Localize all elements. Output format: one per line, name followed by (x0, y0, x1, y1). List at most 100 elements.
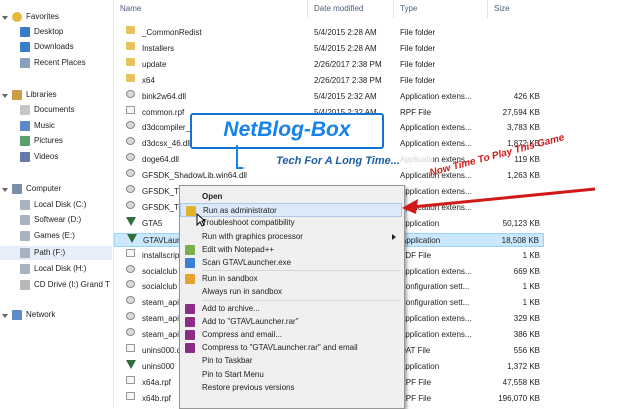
table-row[interactable]: bink2w64.dll 5/4/2015 2:32 AM Application … (114, 89, 544, 104)
desktop-icon (20, 27, 30, 37)
nav-item-label: Documents (34, 105, 75, 114)
menu-item-label: Pin to Taskbar (202, 356, 253, 366)
file-icon (126, 248, 135, 257)
cell-type: Application extens... (400, 91, 472, 101)
column-header-size[interactable]: Size (488, 0, 558, 18)
nav-item-label: Games (E:) (34, 231, 75, 240)
dll-file-icon (126, 137, 135, 146)
column-header-date[interactable]: Date modified (308, 0, 394, 18)
star-icon (12, 12, 22, 22)
gta-v-logo-icon (127, 233, 137, 243)
file-icon (126, 344, 135, 352)
menu-item[interactable]: Scan GTAVLauncher.exe (180, 256, 402, 270)
table-row[interactable]: _CommonRedist 5/4/2015 2:28 AM File folder (114, 26, 544, 40)
dll-file-icon (126, 200, 135, 209)
dll-file-icon (126, 121, 135, 130)
libraries-icon (12, 90, 22, 100)
dll-file-icon (126, 89, 135, 98)
menu-item[interactable]: Compress and email... (180, 328, 402, 342)
cell-date: 2/26/2017 2:38 PM (314, 59, 382, 69)
cell-name: socialclub (142, 266, 178, 276)
cell-type: Application extens... (400, 139, 472, 149)
menu-item-label: Troubleshoot compatibility (202, 218, 295, 228)
menu-item[interactable]: Always run in sandbox (180, 285, 402, 299)
cell-type: Configuration sett... (400, 298, 470, 308)
menu-item[interactable]: Add to "GTAVLauncher.rar" (180, 315, 402, 329)
menu-item[interactable]: Run in sandbox (180, 272, 402, 286)
cell-size: 1 KB (522, 298, 540, 308)
cell-date: 5/4/2015 2:32 AM (314, 91, 377, 101)
cell-name: GFSDK_TX (142, 202, 185, 212)
menu-item[interactable]: Run as administrator (180, 203, 402, 218)
dll-file-icon (126, 153, 135, 162)
watermark-subtitle: Tech For A Long Time... (243, 152, 433, 170)
nav-item-label: Downloads (34, 42, 74, 51)
nav-item-label: Recent Places (34, 58, 86, 67)
expand-arrow-icon[interactable] (2, 94, 8, 98)
table-row[interactable]: Installers 5/4/2015 2:28 AM File folder (114, 41, 544, 56)
column-header-type[interactable]: Type (394, 0, 488, 18)
cell-size: 1 KB (522, 250, 540, 260)
table-row[interactable]: x64 2/26/2017 2:38 PM File folder (114, 73, 544, 88)
cell-type: File folder (400, 43, 436, 53)
dll-file-icon (126, 264, 135, 273)
cell-type: Configuration sett... (400, 282, 470, 292)
cell-name: x64a.rpf (142, 377, 171, 387)
file-icon (126, 391, 135, 400)
dll-file-icon (126, 280, 135, 289)
menu-item[interactable]: Run with graphics processor (180, 230, 402, 244)
expand-arrow-icon[interactable] (2, 314, 8, 318)
cell-type: File folder (400, 59, 436, 69)
cell-name: steam_api (142, 330, 179, 340)
cell-type: File folder (400, 28, 436, 37)
table-row[interactable]: GFSDK_ShadowLib.win64.dll Application ext… (114, 169, 544, 183)
drive-icon (20, 264, 30, 274)
winrar-icon (185, 303, 195, 314)
cell-name: x64 (142, 75, 155, 85)
menu-item-label: Restore previous versions (202, 382, 295, 392)
cell-date: 2/26/2017 2:38 PM (314, 75, 382, 85)
menu-item[interactable]: Edit with Notepad++ (180, 243, 402, 257)
menu-item[interactable]: Restore previous versions (180, 381, 402, 395)
menu-item[interactable]: Pin to Start Menu (180, 368, 402, 382)
menu-item-label: Run with graphics processor (202, 231, 303, 241)
downloads-icon (20, 42, 30, 52)
dll-file-icon (126, 328, 135, 337)
cell-name: common.rpf (142, 107, 185, 117)
menu-item[interactable]: Add to archive... (180, 302, 402, 316)
dll-file-icon (126, 169, 135, 178)
cell-size: 47,558 KB (502, 377, 540, 387)
expand-arrow-icon[interactable] (2, 188, 8, 192)
menu-item[interactable]: Pin to Taskbar (180, 354, 402, 368)
table-row[interactable]: update 2/26/2017 2:38 PM File folder (114, 57, 544, 72)
nav-item-label: Favorites (26, 12, 59, 21)
cell-name: doge64.dll (142, 155, 179, 165)
dll-file-icon (126, 312, 135, 321)
cell-date: 5/4/2015 2:28 AM (314, 43, 377, 53)
menu-item[interactable]: Troubleshoot compatibility (180, 216, 402, 230)
column-header-name[interactable]: Name (114, 0, 308, 18)
winrar-icon (185, 330, 195, 340)
cell-type: RPF File (400, 107, 432, 117)
computer-icon (12, 184, 22, 194)
submenu-arrow-icon (392, 233, 396, 240)
cell-name: _CommonRedist (142, 28, 202, 37)
cell-size: 1 KB (522, 282, 540, 292)
music-icon (20, 121, 30, 131)
cell-size: 1,263 KB (507, 171, 540, 181)
cell-size: 556 KB (513, 346, 540, 355)
nav-item[interactable]: Path (F:) (0, 246, 112, 260)
menu-item[interactable]: Compress to "GTAVLauncher.rar" and email (180, 341, 402, 355)
folder-icon (126, 57, 135, 66)
winrar-icon (185, 343, 195, 354)
column-header-label: Date modified (314, 4, 364, 13)
menu-item[interactable]: Open (180, 190, 402, 204)
expand-arrow-icon[interactable] (2, 16, 8, 20)
nav-item-label: Music (34, 121, 55, 130)
menu-separator (202, 270, 400, 272)
cell-name: unins000.d (142, 346, 182, 355)
drive-icon (20, 231, 30, 241)
file-icon (126, 375, 135, 384)
cell-name: GFSDK_TX (142, 187, 185, 196)
menu-item-label: Edit with Notepad++ (202, 244, 275, 254)
